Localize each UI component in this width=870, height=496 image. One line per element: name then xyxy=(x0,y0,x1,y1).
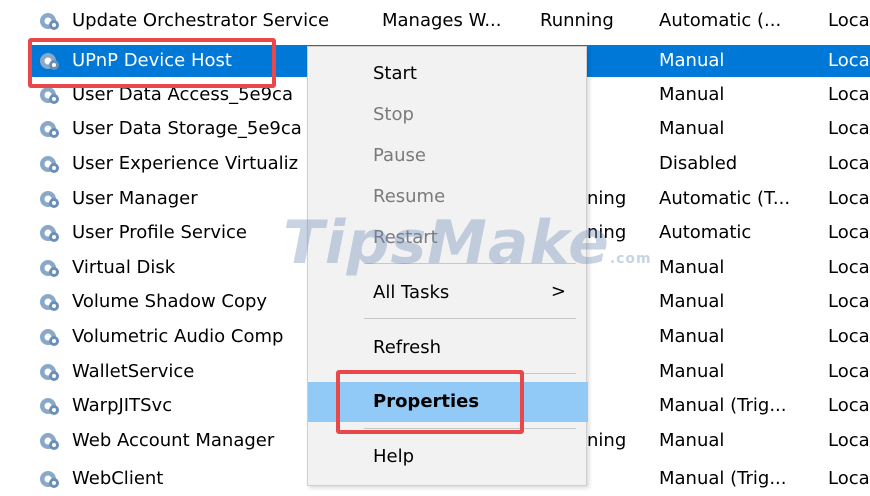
service-name: Volume Shadow Copy xyxy=(72,291,268,312)
menu-item-stop: Stop xyxy=(308,96,588,134)
service-gear-icon xyxy=(40,121,59,138)
service-name: User Profile Service xyxy=(72,222,247,243)
service-row[interactable]: Update Orchestrator Service Manages W...… xyxy=(0,4,870,38)
service-name: Update Orchestrator Service xyxy=(72,10,330,31)
menu-item-label: Resume xyxy=(373,186,446,207)
service-name: Volumetric Audio Comp xyxy=(72,326,284,347)
service-gear-icon xyxy=(40,13,59,30)
service-gear-icon xyxy=(40,191,59,208)
service-gear-icon xyxy=(40,364,59,381)
service-gear-icon xyxy=(40,225,59,242)
service-log-on-as: Loca xyxy=(828,118,870,139)
service-startup-type: Automatic (... xyxy=(659,10,782,31)
service-log-on-as: Loca xyxy=(828,430,870,451)
service-startup-type: Automatic (T... xyxy=(659,188,791,209)
service-name: User Experience Virtualiz xyxy=(72,153,299,174)
service-gear-icon xyxy=(40,329,59,346)
service-status: ning xyxy=(587,430,627,451)
menu-item-refresh[interactable]: Refresh xyxy=(308,329,588,367)
service-gear-icon xyxy=(40,294,59,311)
service-log-on-as: Loca xyxy=(828,153,870,174)
menu-item-label: Pause xyxy=(373,145,426,166)
service-name: WebClient xyxy=(72,468,164,489)
service-gear-icon xyxy=(40,471,59,488)
service-gear-icon xyxy=(40,156,59,173)
service-name: WarpJITSvc xyxy=(72,395,173,416)
menu-separator xyxy=(364,318,576,319)
service-startup-type: Manual (Trig... xyxy=(659,468,787,489)
service-gear-icon xyxy=(40,260,59,277)
submenu-arrow-icon: > xyxy=(550,281,566,302)
service-startup-type: Manual xyxy=(659,50,725,71)
service-log-on-as: Loca xyxy=(828,291,870,312)
service-startup-type: Manual xyxy=(659,291,725,312)
menu-item-all-tasks[interactable]: All Tasks > xyxy=(308,274,588,312)
service-gear-icon xyxy=(40,398,59,415)
service-startup-type: Manual (Trig... xyxy=(659,395,787,416)
service-gear-icon xyxy=(40,433,59,450)
menu-item-label: All Tasks xyxy=(373,282,450,303)
service-name: WalletService xyxy=(72,361,195,382)
service-log-on-as: Loca xyxy=(828,50,870,71)
service-log-on-as: Loca xyxy=(828,222,870,243)
menu-item-label: Start xyxy=(373,63,417,84)
service-startup-type: Disabled xyxy=(659,153,738,174)
service-startup-type: Manual xyxy=(659,430,725,451)
service-log-on-as: Loca xyxy=(828,395,870,416)
watermark-text: TipsMake xyxy=(283,208,610,278)
service-startup-type: Manual xyxy=(659,326,725,347)
service-log-on-as: Loca xyxy=(828,10,870,31)
menu-item-label: Refresh xyxy=(373,337,441,358)
service-startup-type: Manual xyxy=(659,257,725,278)
service-startup-type: Manual xyxy=(659,84,725,105)
service-log-on-as: Loca xyxy=(828,326,870,347)
service-log-on-as: Loca xyxy=(828,361,870,382)
service-startup-type: Automatic xyxy=(659,222,752,243)
service-name: User Data Storage_5e9ca xyxy=(72,118,302,139)
service-description: Manages W... xyxy=(382,10,502,31)
menu-item-pause: Pause xyxy=(308,137,588,175)
highlight-box-properties xyxy=(336,370,524,434)
service-name: User Manager xyxy=(72,188,198,209)
highlight-box-selected-service xyxy=(28,38,276,88)
menu-item-start[interactable]: Start xyxy=(308,55,588,93)
service-log-on-as: Loca xyxy=(828,84,870,105)
menu-item-help[interactable]: Help xyxy=(308,438,588,476)
watermark-suffix: .com xyxy=(609,251,652,267)
service-startup-type: Manual xyxy=(659,361,725,382)
menu-item-label: Stop xyxy=(373,104,414,125)
watermark-logo: TipsMake.com xyxy=(283,208,652,278)
service-name: Web Account Manager xyxy=(72,430,275,451)
service-startup-type: Manual xyxy=(659,118,725,139)
service-log-on-as: Loca xyxy=(828,188,870,209)
service-name: Virtual Disk xyxy=(72,257,176,278)
service-log-on-as: Loca xyxy=(828,257,870,278)
service-log-on-as: Loca xyxy=(828,468,870,489)
service-status: Running xyxy=(540,10,614,31)
menu-item-label: Help xyxy=(373,446,415,467)
